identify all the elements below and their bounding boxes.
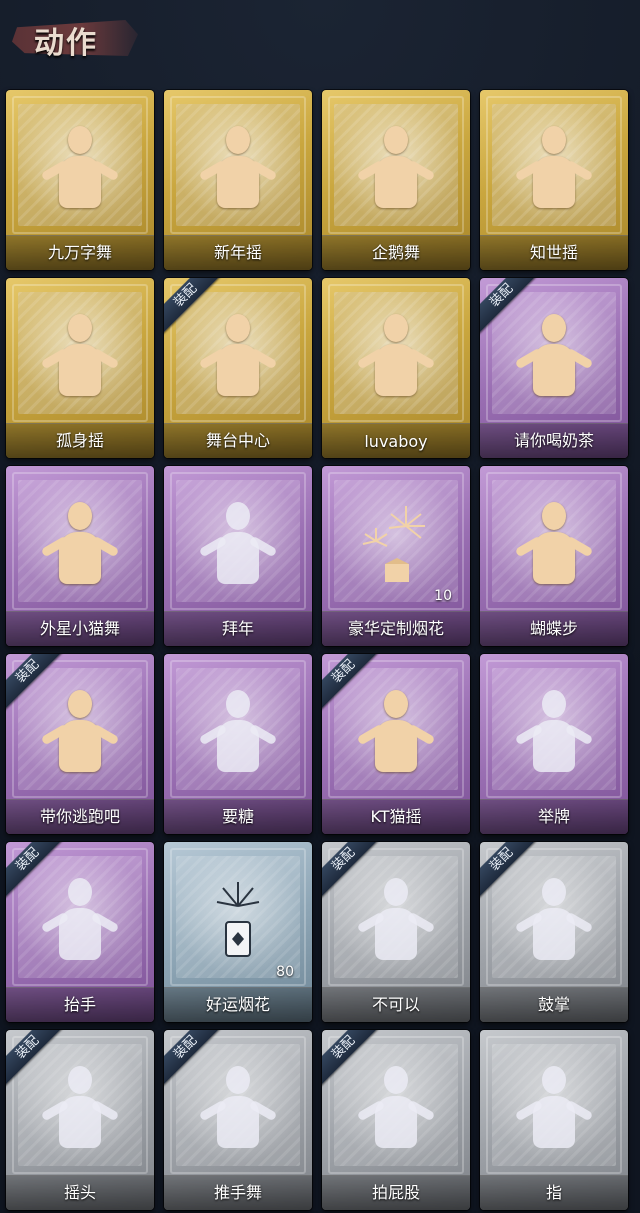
item-count: 80 xyxy=(276,964,294,980)
emote-card[interactable]: 拍屁股 装配 xyxy=(322,1030,470,1210)
dance-pose-icon xyxy=(356,126,436,216)
emote-name: 知世摇 xyxy=(529,243,578,262)
emote-card[interactable]: 指 xyxy=(480,1030,628,1210)
emote-card[interactable]: 孤身摇 xyxy=(6,278,154,458)
emote-grid: 九万字舞 新年摇 企鹅舞 知世摇孤身摇 舞台中心 装配 luvaboy 请你喝奶茶 装配外星小猫… xyxy=(6,90,636,1210)
dance-pose-icon xyxy=(198,1066,278,1156)
emote-card[interactable]: 推手舞 装配 xyxy=(164,1030,312,1210)
dance-pose-icon xyxy=(40,126,120,216)
section-title: 动作 xyxy=(34,26,98,61)
emote-name: 抬手 xyxy=(63,995,96,1014)
section-header: 动作 xyxy=(12,14,142,61)
emote-name: 九万字舞 xyxy=(47,243,112,262)
firework-box-icon xyxy=(351,496,441,596)
dance-pose-icon xyxy=(514,1066,594,1156)
dance-pose-icon xyxy=(198,314,278,404)
emote-card[interactable]: 拜年 xyxy=(164,466,312,646)
emote-name: 请你喝奶茶 xyxy=(513,431,594,450)
emote-card[interactable]: 新年摇 xyxy=(164,90,312,270)
emote-name: 企鹅舞 xyxy=(371,243,420,262)
emote-card[interactable]: luvaboy xyxy=(322,278,470,458)
emote-card[interactable]: 舞台中心 装配 xyxy=(164,278,312,458)
dance-pose-icon xyxy=(356,1066,436,1156)
emote-card[interactable]: 蝴蝶步 xyxy=(480,466,628,646)
emote-name: 豪华定制烟花 xyxy=(347,619,444,638)
emote-name: 不可以 xyxy=(371,995,420,1014)
dance-pose-icon xyxy=(356,690,436,780)
emote-name: 举牌 xyxy=(537,807,570,826)
emote-card[interactable]: 举牌 xyxy=(480,654,628,834)
emote-name: 摇头 xyxy=(63,1183,96,1202)
emote-name: 好运烟花 xyxy=(205,995,270,1014)
emote-name: 指 xyxy=(545,1183,562,1202)
emote-name: 要糖 xyxy=(221,807,254,826)
emote-card[interactable]: 九万字舞 xyxy=(6,90,154,270)
dance-pose-icon xyxy=(514,878,594,968)
dance-pose-icon xyxy=(40,314,120,404)
emote-card[interactable]: 鼓掌 装配 xyxy=(480,842,628,1022)
emote-name: 带你逃跑吧 xyxy=(39,807,120,826)
item-count: 10 xyxy=(434,588,452,604)
firework-tube-icon xyxy=(193,872,283,972)
emote-card[interactable]: 外星小猫舞 xyxy=(6,466,154,646)
emote-name: 外星小猫舞 xyxy=(39,619,120,638)
emote-name: 拍屁股 xyxy=(371,1183,420,1202)
emote-name: 新年摇 xyxy=(213,243,262,262)
emote-name: KT猫摇 xyxy=(370,807,422,826)
dance-pose-icon xyxy=(40,1066,120,1156)
dance-pose-icon xyxy=(40,878,120,968)
emote-card[interactable]: 摇头 装配 xyxy=(6,1030,154,1210)
emote-card[interactable]: 带你逃跑吧 装配 xyxy=(6,654,154,834)
emote-card[interactable]: 抬手 装配 xyxy=(6,842,154,1022)
emote-name: 推手舞 xyxy=(213,1183,262,1202)
dance-pose-icon xyxy=(40,502,120,592)
dance-pose-icon xyxy=(514,502,594,592)
emote-name: 鼓掌 xyxy=(537,995,570,1014)
emote-card[interactable]: 请你喝奶茶 装配 xyxy=(480,278,628,458)
emote-card[interactable]: 不可以 装配 xyxy=(322,842,470,1022)
emote-card[interactable]: 要糖 xyxy=(164,654,312,834)
dance-pose-icon xyxy=(40,690,120,780)
dance-pose-icon xyxy=(514,126,594,216)
emote-name: luvaboy xyxy=(364,432,428,451)
dance-pose-icon xyxy=(514,690,594,780)
dance-pose-icon xyxy=(198,690,278,780)
emote-name: 蝴蝶步 xyxy=(529,619,578,638)
dance-pose-icon xyxy=(198,502,278,592)
emote-card[interactable]: KT猫摇 装配 xyxy=(322,654,470,834)
dance-pose-icon xyxy=(198,126,278,216)
dance-pose-icon xyxy=(356,878,436,968)
emote-card[interactable]: 10 豪华定制烟花 xyxy=(322,466,470,646)
emote-name: 拜年 xyxy=(221,619,254,638)
dance-pose-icon xyxy=(356,314,436,404)
emote-name: 孤身摇 xyxy=(55,431,104,450)
emote-card[interactable]: 80 好运烟花 xyxy=(164,842,312,1022)
dance-pose-icon xyxy=(514,314,594,404)
emote-card[interactable]: 企鹅舞 xyxy=(322,90,470,270)
emote-name: 舞台中心 xyxy=(205,431,270,450)
emote-card[interactable]: 知世摇 xyxy=(480,90,628,270)
